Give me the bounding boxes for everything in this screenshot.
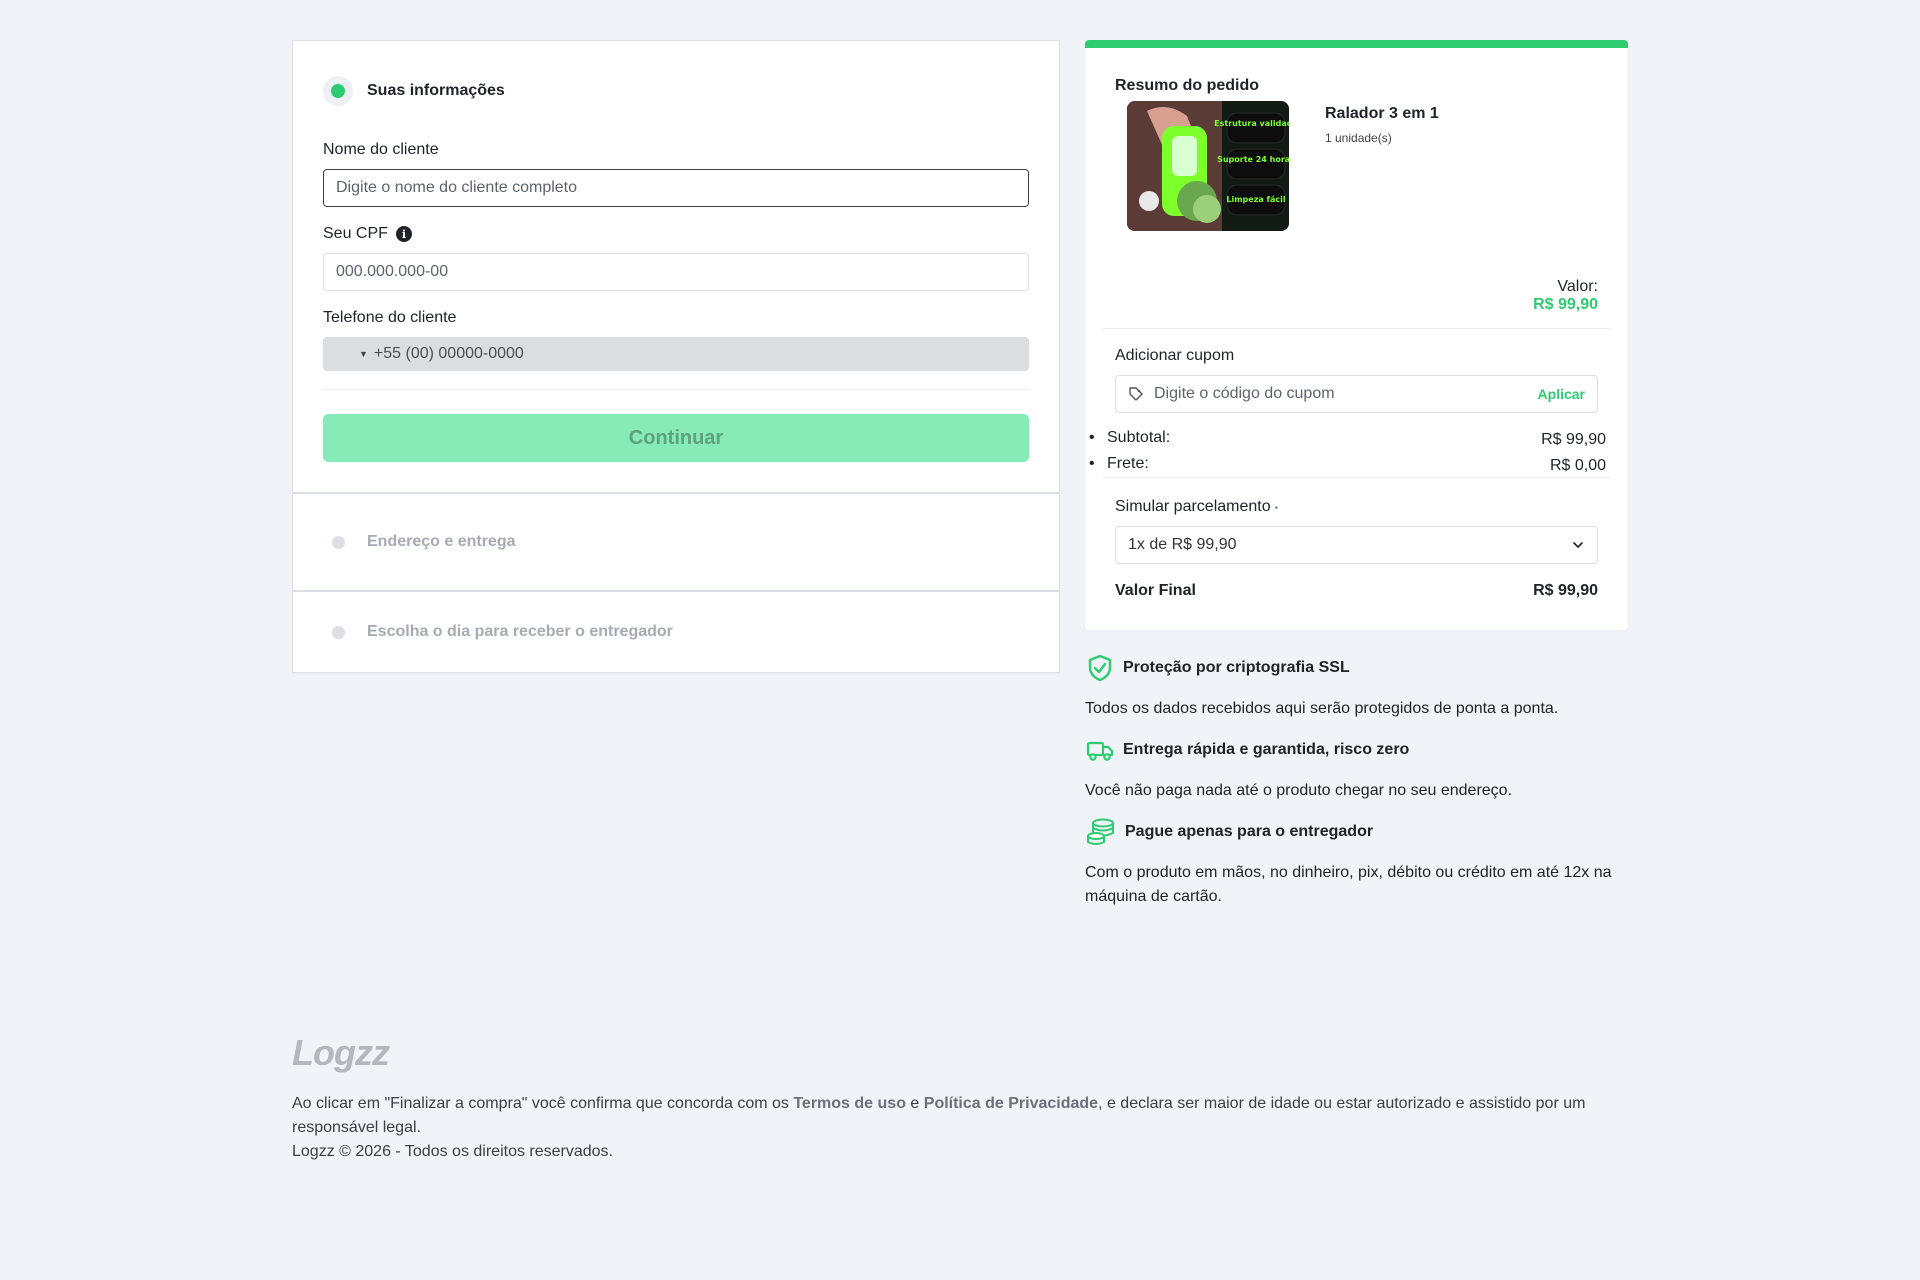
step-inactive-indicator-icon xyxy=(323,527,353,557)
cpf-input[interactable]: 000.000.000-00 xyxy=(323,253,1029,291)
shipping-row: • Frete: R$ 0,00 xyxy=(1089,455,1606,474)
divider xyxy=(1103,328,1610,329)
product-row: Estrutura validada Suporte 24 horas Limp… xyxy=(1115,101,1598,266)
step-title: Suas informações xyxy=(367,82,505,99)
price-value: R$ 99,90 xyxy=(1533,296,1598,313)
step-title: Endereço e entrega xyxy=(367,533,516,550)
price-block: Valor: R$ 99,90 xyxy=(1115,278,1598,314)
shield-check-icon xyxy=(1088,654,1112,682)
product-name: Ralador 3 em 1 xyxy=(1325,105,1439,122)
step-active-indicator-icon xyxy=(323,76,353,106)
country-dropdown-caret-icon[interactable]: ▼ xyxy=(359,349,368,359)
benefit-payment-text: Com o produto em mãos, no dinheiro, pix,… xyxy=(1085,864,1612,905)
footer-copyright: Logzz © 2026 - Todos os direitos reserva… xyxy=(292,1143,613,1160)
benefits-list: Proteção por criptografia SSL Todos os d… xyxy=(1085,653,1628,923)
divider xyxy=(1103,477,1610,478)
terms-link[interactable]: Termos de uso xyxy=(793,1095,906,1112)
coupon-label: Adicionar cupom xyxy=(1115,347,1235,364)
footer-disclaimer: Ao clicar em "Finalizar a compra" você c… xyxy=(292,1095,1586,1136)
step-title: Escolha o dia para receber o entregador xyxy=(367,623,673,640)
truck-icon xyxy=(1086,741,1114,761)
step-delivery-day[interactable]: Escolha o dia para receber o entregador xyxy=(293,592,1059,672)
tag-icon xyxy=(1129,387,1143,401)
phone-input[interactable]: ▼ +55 (00) 00000-0000 xyxy=(323,337,1029,371)
price-label: Valor: xyxy=(1557,278,1598,295)
svg-text:Estrutura validada: Estrutura validada xyxy=(1214,119,1289,128)
step-your-info: Suas informações Nome do cliente Digite … xyxy=(293,41,1059,492)
installments-select[interactable]: 1x de R$ 99,90 xyxy=(1115,526,1598,564)
summary-accent-bar xyxy=(1085,40,1628,48)
chevron-down-icon xyxy=(1573,542,1583,549)
coins-icon xyxy=(1087,818,1114,845)
bullet-icon: • xyxy=(1089,429,1095,446)
logzz-logo: Logzz xyxy=(292,1032,390,1073)
coupon-apply-button[interactable]: Aplicar xyxy=(1538,386,1585,402)
bullet-icon: • xyxy=(1089,455,1095,472)
cpf-label: Seu CPF i xyxy=(323,225,1029,243)
product-image: Estrutura validada Suporte 24 horas Limp… xyxy=(1127,101,1289,231)
benefit-ssl-text: Todos os dados recebidos aqui serão prot… xyxy=(1085,700,1559,717)
info-icon[interactable]: i xyxy=(395,226,412,242)
product-quantity: 1 unidade(s) xyxy=(1325,131,1392,145)
name-input[interactable]: Digite o nome do cliente completo xyxy=(323,169,1029,207)
step-address[interactable]: Endereço e entrega xyxy=(293,494,1059,590)
checkout-steps-card: Suas informações Nome do cliente Digite … xyxy=(292,40,1060,673)
subtotal-row: • Subtotal: R$ 99,90 xyxy=(1089,429,1606,448)
installments-label: Simular parcelamento • xyxy=(1115,498,1279,515)
step-inactive-indicator-icon xyxy=(323,617,353,647)
continue-button[interactable]: Continuar xyxy=(323,414,1029,462)
footer: Logzz Ao clicar em "Finalizar a compra" … xyxy=(292,1032,1637,1164)
coupon-input[interactable]: Digite o código do cupom Aplicar xyxy=(1115,375,1598,413)
divider xyxy=(323,389,1029,390)
benefit-ssl: Proteção por criptografia SSL xyxy=(1085,653,1628,683)
benefit-delivery: Entrega rápida e garantida, risco zero xyxy=(1085,735,1628,765)
totals-list: • Subtotal: R$ 99,90 • Frete: R$ 0,00 xyxy=(1089,429,1606,475)
order-summary: Resumo do pedido Estrutura validada Su xyxy=(1085,40,1628,630)
summary-title: Resumo do pedido xyxy=(1115,77,1259,94)
final-value-row: Valor Final R$ 99,90 xyxy=(1115,582,1598,599)
step-your-info-header[interactable]: Suas informações xyxy=(293,41,1059,141)
privacy-link[interactable]: Política de Privacidade xyxy=(924,1095,1098,1112)
svg-text:Limpeza fácil: Limpeza fácil xyxy=(1226,195,1286,204)
benefit-delivery-text: Você não paga nada até o produto chegar … xyxy=(1085,782,1513,799)
benefit-payment: Pague apenas para o entregador xyxy=(1085,817,1628,847)
phone-label: Telefone do cliente xyxy=(323,309,457,326)
name-label: Nome do cliente xyxy=(323,141,439,158)
svg-text:Suporte 24 horas: Suporte 24 horas xyxy=(1217,155,1289,164)
